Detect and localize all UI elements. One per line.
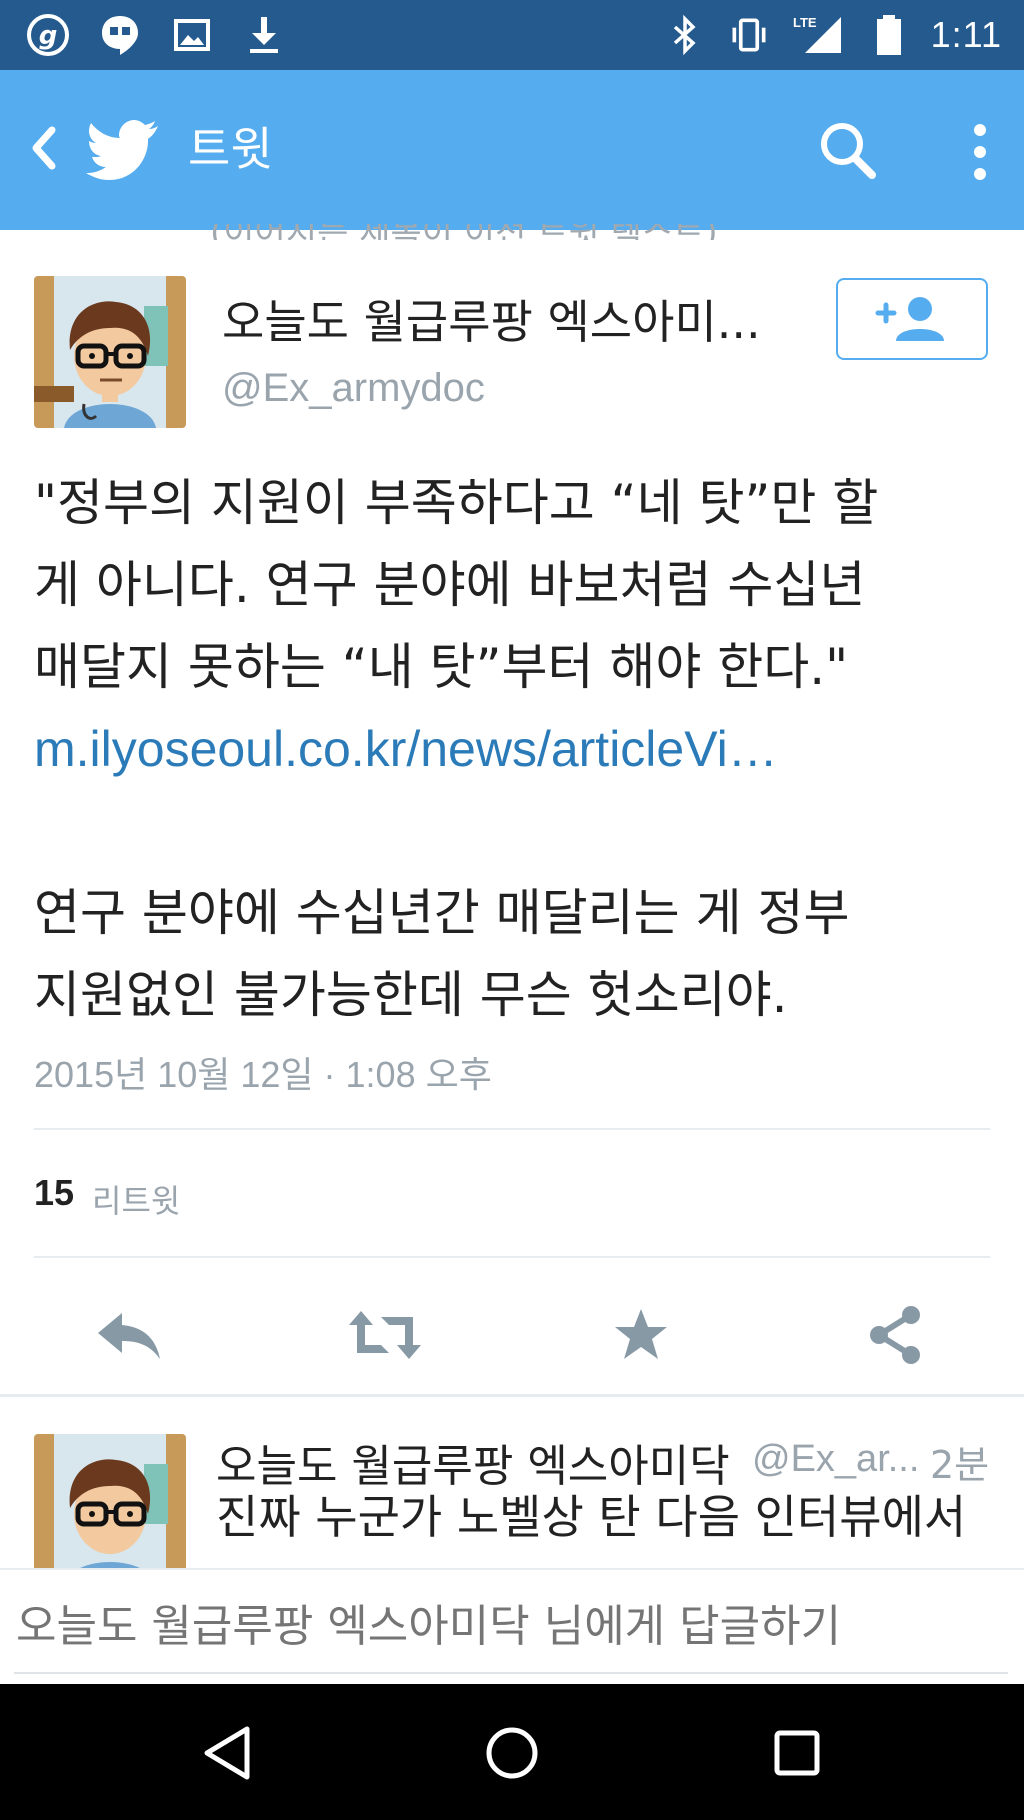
- reply-text-line: "아니가 정부는 방해만 되었지 도움 준 게: [216, 1554, 1006, 1568]
- triangle-back-icon: [204, 1726, 250, 1780]
- svg-text:g: g: [39, 21, 58, 51]
- input-underline: [14, 1672, 1008, 1674]
- circle-home-icon: [486, 1727, 538, 1779]
- battery-icon: [867, 13, 911, 57]
- tweet-link[interactable]: m.ilyoseoul.co.kr/news/articleVi…: [34, 708, 994, 790]
- reply-composer: [0, 1568, 1024, 1686]
- reply-icon: [98, 1313, 160, 1359]
- page-title: 트윗: [188, 122, 273, 176]
- nav-back-button[interactable]: [192, 1718, 262, 1788]
- scrolled-previous-text: (이어지는 제목이 이전 트윗 텍스트): [210, 224, 718, 240]
- retweet-button[interactable]: [340, 1290, 430, 1380]
- tweet-actions: [0, 1290, 1024, 1380]
- search-button[interactable]: [812, 116, 884, 188]
- navigation-bar: [0, 1684, 1024, 1820]
- lte-label: LTE: [793, 15, 817, 30]
- tweet-text-line: "정부의 지원이 부족하다고 “네 탓”만 할: [34, 474, 879, 532]
- author-name[interactable]: 오늘도 월급루팡 엑스아미...: [222, 286, 761, 352]
- tweet-text-line: 매달지 못하는 “내 탓”부터 해야 한다.": [34, 638, 849, 696]
- tweet-text-line: 지원없인 불가능한데 무슨 헛소리야.: [34, 966, 788, 1024]
- more-vertical-icon: [974, 124, 986, 180]
- star-icon: [615, 1309, 667, 1359]
- tweet-text: "정부의 지원이 부족하다고 “네 탓”만 할 게 아니다. 연구 분야에 바보…: [34, 462, 994, 1036]
- bluetooth-icon: [663, 13, 707, 57]
- divider: [34, 1256, 990, 1258]
- divider: [34, 1128, 990, 1130]
- section-divider: [0, 1394, 1024, 1397]
- reply-avatar[interactable]: [34, 1434, 186, 1586]
- nav-home-button[interactable]: [477, 1718, 547, 1788]
- retweet-count[interactable]: 15: [34, 1172, 74, 1214]
- tweet-timestamp: 2015년 10월 12일 · 1:08 오후: [34, 1054, 492, 1095]
- tweet-text-line: 게 아니다. 연구 분야에 바보처럼 수십년: [34, 556, 866, 614]
- reply-text-line: 진짜 누군가 노벨상 탄 다음 인터뷰에서: [216, 1490, 967, 1544]
- follow-button[interactable]: [836, 278, 988, 360]
- reply-author-handle[interactable]: @Ex_ar...: [752, 1438, 919, 1481]
- image-icon: [170, 13, 214, 57]
- chevron-left-icon: [32, 126, 56, 170]
- back-button[interactable]: [18, 118, 78, 178]
- g-icon: g: [26, 13, 70, 57]
- app-bar: 트윗: [0, 70, 1024, 230]
- favorite-button[interactable]: [596, 1290, 686, 1380]
- reply-text[interactable]: 진짜 누군가 노벨상 탄 다음 인터뷰에서 "아니가 정부는 방해만 되었지 도…: [216, 1480, 1006, 1568]
- status-bar: g LTE 1:11: [0, 0, 1024, 70]
- twitter-bird-icon: [86, 116, 158, 182]
- square-recents-icon: [774, 1730, 820, 1776]
- share-icon: [870, 1306, 920, 1364]
- nav-recents-button[interactable]: [762, 1718, 832, 1788]
- add-user-icon: [875, 297, 944, 341]
- download-icon: [242, 13, 286, 57]
- search-icon: [821, 123, 876, 179]
- reply-button[interactable]: [84, 1290, 174, 1380]
- overflow-menu-button[interactable]: [960, 116, 1000, 188]
- share-button[interactable]: [850, 1290, 940, 1380]
- avatar[interactable]: [34, 276, 186, 428]
- retweet-label[interactable]: 리트윗: [92, 1176, 180, 1222]
- clock: 1:11: [930, 14, 1002, 55]
- hangouts-icon: [98, 13, 142, 57]
- tweet-text-line: 연구 분야에 수십년간 매달리는 게 정부: [34, 884, 850, 942]
- vibrate-icon: [727, 13, 771, 57]
- author-handle[interactable]: @Ex_armydoc: [222, 366, 485, 411]
- lte-signal-icon: LTE: [791, 13, 847, 57]
- retweet-icon: [349, 1311, 421, 1359]
- reply-input[interactable]: [14, 1590, 1008, 1662]
